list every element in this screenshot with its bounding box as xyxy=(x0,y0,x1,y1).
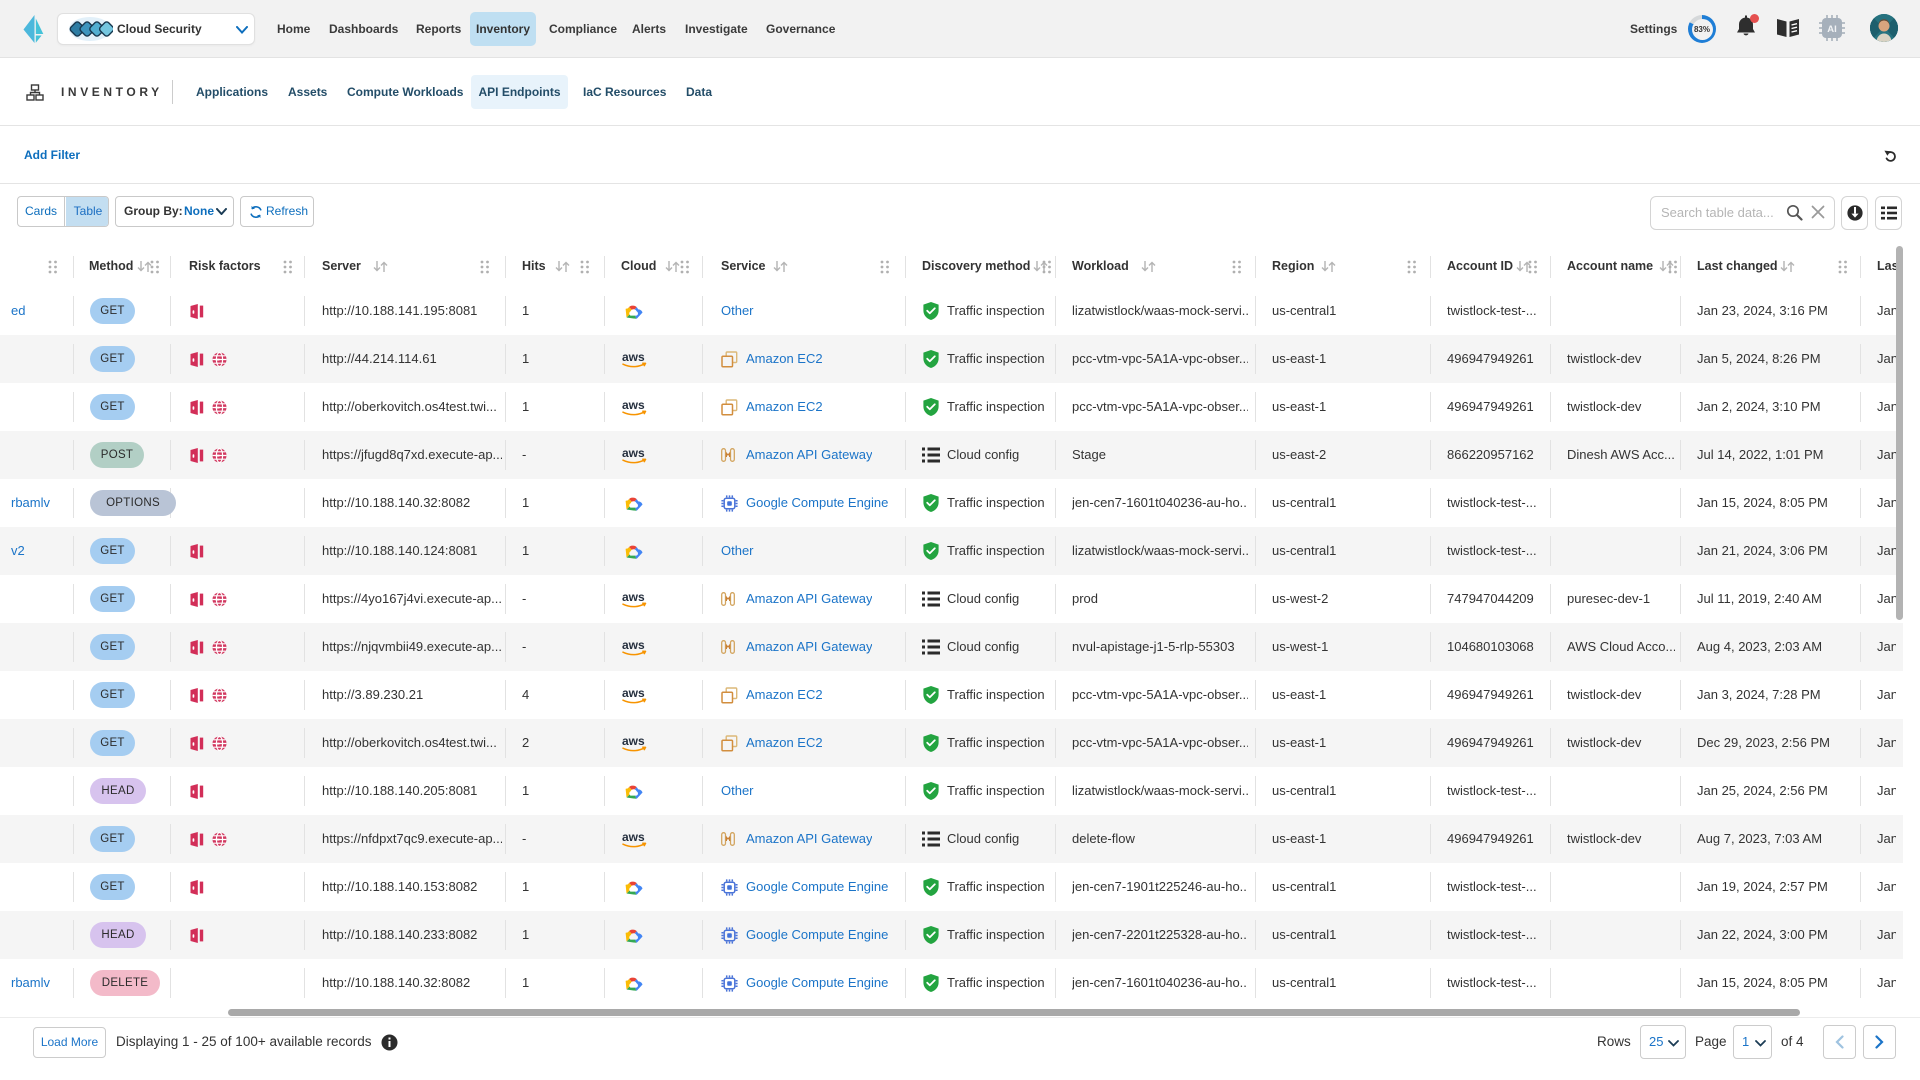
svg-text:aws: aws xyxy=(622,399,645,412)
svg-text:aws: aws xyxy=(622,351,645,364)
svg-text:aws: aws xyxy=(622,591,645,604)
svg-text:aws: aws xyxy=(622,687,645,700)
svg-text:AI: AI xyxy=(1827,24,1837,35)
svg-text:aws: aws xyxy=(622,831,645,844)
svg-text:aws: aws xyxy=(622,639,645,652)
svg-text:aws: aws xyxy=(622,735,645,748)
svg-text:aws: aws xyxy=(622,447,645,460)
